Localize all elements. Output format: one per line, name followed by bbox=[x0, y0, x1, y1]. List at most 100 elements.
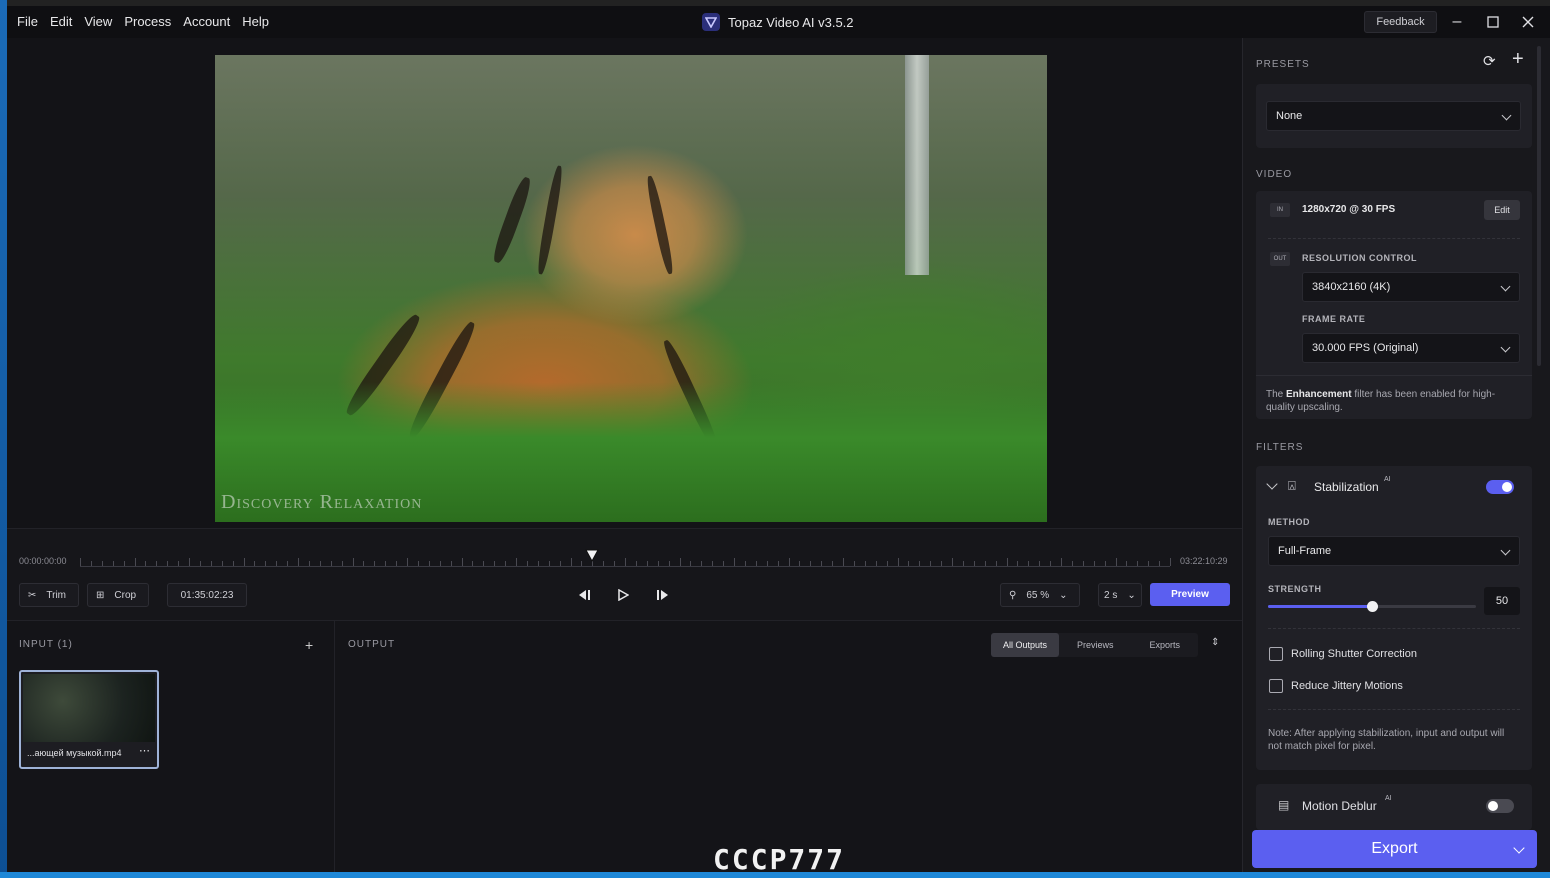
feedback-button[interactable]: Feedback bbox=[1364, 11, 1437, 33]
note-bold-text: Enhancement bbox=[1286, 389, 1352, 400]
current-time-field[interactable]: 01:35:02:23 bbox=[167, 583, 247, 607]
app-window: File Edit View Process Account Help Topa… bbox=[7, 6, 1550, 872]
close-icon[interactable] bbox=[1511, 6, 1545, 38]
motion-deblur-toggle[interactable] bbox=[1486, 799, 1514, 813]
step-back-icon[interactable] bbox=[573, 585, 595, 605]
topaz-logo-icon bbox=[702, 13, 720, 31]
timeline-ruler[interactable] bbox=[80, 557, 1171, 567]
menu-help[interactable]: Help bbox=[236, 6, 275, 38]
ruler-tick bbox=[962, 561, 964, 566]
zoom-select[interactable]: ⚲ 65 % ⌄ bbox=[1000, 583, 1080, 607]
more-options-icon[interactable]: ⋯ bbox=[139, 744, 150, 757]
chevron-down-icon[interactable] bbox=[1513, 842, 1525, 854]
input-file-thumbnail[interactable]: ...ающей музыкой.mp4 ⋯ bbox=[19, 670, 159, 769]
method-select[interactable]: Full-Frame bbox=[1268, 536, 1520, 566]
stabilization-card: ⍓ Stabilization AI METHOD Full-Frame STR… bbox=[1256, 466, 1532, 770]
tiger-stripe bbox=[644, 175, 676, 275]
ruler-tick bbox=[417, 561, 419, 566]
strength-slider[interactable] bbox=[1268, 601, 1476, 612]
ruler-tick bbox=[810, 561, 812, 566]
input-label: INPUT (1) bbox=[19, 639, 73, 650]
tab-exports[interactable]: Exports bbox=[1132, 633, 1199, 657]
menu-file[interactable]: File bbox=[11, 6, 44, 38]
stabilization-toggle[interactable] bbox=[1486, 480, 1514, 494]
ruler-tick bbox=[919, 561, 921, 566]
ruler-tick bbox=[1082, 561, 1084, 566]
scissors-icon: ✂ bbox=[28, 589, 37, 601]
menu-bar: File Edit View Process Account Help bbox=[11, 6, 275, 38]
ruler-tick bbox=[145, 561, 147, 566]
menu-process[interactable]: Process bbox=[118, 6, 177, 38]
crop-button[interactable]: ⊞ Crop bbox=[87, 583, 149, 607]
add-input-icon[interactable]: + bbox=[305, 637, 313, 653]
crop-label: Crop bbox=[114, 589, 137, 601]
ruler-tick bbox=[363, 561, 365, 566]
ruler-tick bbox=[843, 558, 844, 566]
toggle-knob bbox=[1502, 482, 1512, 492]
resolution-select[interactable]: 3840x2160 (4K) bbox=[1302, 272, 1520, 302]
ruler-tick bbox=[112, 561, 114, 566]
divider bbox=[1256, 375, 1532, 376]
tab-all-outputs[interactable]: All Outputs bbox=[991, 633, 1060, 657]
ruler-tick bbox=[744, 561, 746, 566]
step-forward-icon[interactable] bbox=[652, 585, 674, 605]
ruler-tick bbox=[712, 561, 714, 566]
ruler-tick bbox=[723, 561, 725, 566]
edit-input-button[interactable]: Edit bbox=[1484, 200, 1520, 220]
ruler-tick bbox=[603, 561, 605, 566]
ruler-tick bbox=[581, 561, 583, 566]
ruler-tick bbox=[505, 561, 507, 566]
preset-select[interactable]: None bbox=[1266, 101, 1521, 131]
ruler-tick bbox=[450, 561, 452, 566]
ruler-tick bbox=[156, 561, 158, 566]
divider bbox=[1268, 628, 1520, 629]
out-badge: OUT bbox=[1270, 252, 1290, 266]
ruler-tick bbox=[1170, 558, 1171, 566]
reset-icon[interactable]: ⟳ bbox=[1483, 52, 1496, 70]
collapse-chevron-icon[interactable] bbox=[1266, 478, 1278, 490]
ruler-tick bbox=[908, 561, 910, 566]
sort-icon[interactable]: ⇕ bbox=[1211, 637, 1219, 648]
minimize-icon[interactable]: – bbox=[1440, 6, 1474, 38]
ruler-tick bbox=[385, 561, 387, 566]
ruler-tick bbox=[101, 561, 103, 566]
reduce-jittery-checkbox[interactable] bbox=[1269, 679, 1283, 693]
zoom-value: 65 % bbox=[1026, 589, 1050, 601]
play-icon[interactable] bbox=[612, 585, 634, 605]
background-post bbox=[905, 55, 929, 275]
ruler-tick bbox=[80, 558, 81, 566]
ruler-tick bbox=[319, 561, 321, 566]
export-label: Export bbox=[1371, 840, 1418, 857]
add-preset-icon[interactable]: + bbox=[1512, 48, 1524, 71]
settings-scrollbar[interactable] bbox=[1537, 46, 1541, 366]
ruler-tick bbox=[886, 561, 888, 566]
menu-account[interactable]: Account bbox=[177, 6, 236, 38]
export-button[interactable]: Export bbox=[1252, 830, 1537, 868]
frame-rate-select[interactable]: 30.000 FPS (Original) bbox=[1302, 333, 1520, 363]
preview-button[interactable]: Preview bbox=[1150, 583, 1230, 606]
note-text: The bbox=[1266, 389, 1287, 400]
ruler-tick bbox=[439, 561, 441, 566]
ruler-tick bbox=[941, 561, 943, 566]
input-resolution: 1280x720 @ 30 FPS bbox=[1302, 204, 1396, 215]
strength-input[interactable]: 50 bbox=[1484, 587, 1520, 615]
slider-knob[interactable] bbox=[1367, 601, 1378, 612]
ruler-tick bbox=[973, 561, 975, 566]
ruler-tick bbox=[1050, 561, 1052, 566]
step-size-select[interactable]: 2 s ⌄ bbox=[1098, 583, 1142, 607]
desktop-left-edge bbox=[0, 0, 7, 878]
tiger-stripe bbox=[490, 175, 534, 265]
menu-edit[interactable]: Edit bbox=[44, 6, 78, 38]
playhead-icon[interactable] bbox=[585, 549, 599, 563]
menu-view[interactable]: View bbox=[78, 6, 118, 38]
maximize-icon[interactable] bbox=[1476, 6, 1510, 38]
ruler-tick bbox=[1039, 561, 1041, 566]
ruler-tick bbox=[864, 561, 866, 566]
tab-previews[interactable]: Previews bbox=[1059, 633, 1132, 657]
method-label: METHOD bbox=[1268, 517, 1310, 527]
video-frame-image: Discovery Relaxation bbox=[215, 55, 1047, 522]
rolling-shutter-checkbox[interactable] bbox=[1269, 647, 1283, 661]
ruler-tick bbox=[548, 561, 550, 566]
trim-button[interactable]: ✂ Trim bbox=[19, 583, 79, 607]
window-title: Topaz Video AI v3.5.2 bbox=[702, 6, 854, 38]
